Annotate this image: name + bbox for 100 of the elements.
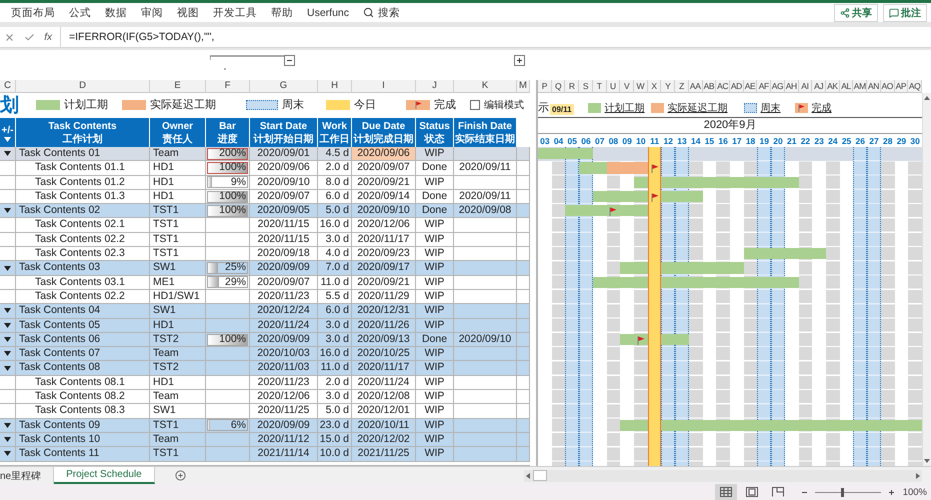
- collapse-toggle[interactable]: [4, 266, 11, 271]
- table-row[interactable]: Task Contents 09 TST1 6% 2020/09/09 23.0 d 2020/10/11 WIP: [0, 418, 530, 433]
- edit-mode-checkbox[interactable]: 编辑模式: [470, 98, 524, 112]
- scroll-left-icon[interactable]: [526, 472, 530, 478]
- collapse-toggle[interactable]: [4, 437, 11, 442]
- column-letter[interactable]: S: [579, 80, 593, 93]
- column-letter[interactable]: AO: [880, 80, 895, 93]
- column-letter[interactable]: AG: [771, 80, 785, 93]
- table-row[interactable]: Task Contents 01.2 HD1 9% 2020/09/10 8.0 d 2020/09/21 WIP: [0, 176, 530, 190]
- ribbon-tab[interactable]: 审阅: [134, 6, 170, 20]
- table-row[interactable]: Task Contents 03 SW1 25% 2020/09/09 7.0 d 2020/09/17 WIP: [0, 261, 530, 276]
- column-letter[interactable]: AK: [826, 80, 840, 93]
- table-row[interactable]: Task Contents 08.3 SW1 2020/11/25 5.0 d 2020/12/01 WIP: [0, 404, 530, 419]
- column-letter[interactable]: F: [206, 80, 250, 93]
- table-row[interactable]: Task Contents 02.1 TST1 2020/11/15 16.0 d 2020/12/06 WIP: [0, 218, 530, 233]
- column-letter[interactable]: K: [454, 80, 517, 93]
- column-letter[interactable]: AA: [688, 80, 703, 93]
- table-row[interactable]: Task Contents 08 TST2 2020/11/03 11.0 d 2020/11/17 WIP: [0, 361, 530, 376]
- table-row[interactable]: Task Contents 04 SW1 2020/12/24 6.0 d 2020/12/31 WIP: [0, 304, 530, 319]
- column-letter[interactable]: T: [592, 80, 607, 93]
- table-row[interactable]: Task Contents 05 HD1 2020/11/24 3.0 d 2020/11/26 WIP: [0, 318, 530, 333]
- horizontal-scrollbar[interactable]: [524, 470, 922, 482]
- table-row[interactable]: Task Contents 01 Team 200% 2020/09/01 4.5 d 2020/09/06 WIP: [0, 147, 530, 162]
- column-letter[interactable]: AJ: [812, 80, 826, 93]
- collapse-button[interactable]: [284, 55, 295, 66]
- column-letter[interactable]: Z: [675, 80, 689, 93]
- column-letter[interactable]: AM: [853, 80, 868, 93]
- scroll-up-icon[interactable]: [924, 96, 930, 100]
- column-letter[interactable]: E: [150, 80, 206, 93]
- ribbon-tab[interactable]: 页面布局: [4, 6, 62, 20]
- column-letter[interactable]: AQ: [908, 80, 922, 93]
- vertical-scrollbar[interactable]: [922, 93, 931, 466]
- table-row[interactable]: Task Contents 08.1 HD1 2020/11/23 2.0 d 2020/11/24 WIP: [0, 376, 530, 390]
- comment-button[interactable]: 批注: [883, 4, 927, 22]
- table-row[interactable]: Task Contents 01.1 HD1 100% 2020/09/06 2.0 d 2020/09/07 Done 2020/09/11: [0, 161, 530, 176]
- table-row[interactable]: Task Contents 06 TST2 100% 2020/09/09 3.0 d 2020/09/13 Done 2020/09/10: [0, 332, 530, 348]
- column-letter[interactable]: X: [648, 80, 662, 93]
- scroll-thumb[interactable]: [533, 470, 547, 481]
- ribbon-tab[interactable]: 视图: [170, 6, 206, 20]
- column-letter[interactable]: I: [352, 80, 416, 93]
- table-row[interactable]: Task Contents 02 TST1 100% 2020/09/05 5.0 d 2020/09/10 Done 2020/09/08: [0, 204, 530, 218]
- insert-function-button[interactable]: fx: [44, 32, 52, 42]
- column-letter[interactable]: AN: [867, 80, 881, 93]
- column-letter[interactable]: AD: [730, 80, 744, 93]
- column-letter[interactable]: G: [250, 80, 318, 93]
- column-letter[interactable]: Q: [552, 80, 566, 93]
- column-letter[interactable]: P: [538, 80, 552, 93]
- table-row[interactable]: Task Contents 11 TST1 2021/11/14 10.0 d 2021/11/25 WIP: [0, 447, 530, 462]
- table-row[interactable]: Task Contents 10 Team 2020/11/12 15.0 d 2020/12/02 WIP: [0, 432, 530, 448]
- column-letter[interactable]: AH: [784, 80, 799, 93]
- table-row[interactable]: Task Contents 08.2 Team 2020/12/06 3.0 d 2020/12/08 WIP: [0, 390, 530, 404]
- collapse-toggle[interactable]: [4, 208, 11, 214]
- column-letter[interactable]: AP: [894, 80, 908, 93]
- ribbon-tab[interactable]: 数据: [98, 6, 134, 20]
- cancel-icon[interactable]: [4, 32, 16, 42]
- share-button[interactable]: 共享: [834, 4, 878, 22]
- ribbon-tab[interactable]: 帮助: [264, 6, 300, 20]
- search-button[interactable]: 搜索: [356, 6, 408, 20]
- column-letter[interactable]: AB: [702, 80, 716, 93]
- collapse-toggle[interactable]: [4, 366, 11, 371]
- scroll-right-icon[interactable]: [916, 472, 920, 478]
- collapse-all-icon[interactable]: [4, 136, 11, 142]
- collapse-toggle[interactable]: [4, 151, 11, 156]
- column-letter[interactable]: AL: [840, 80, 854, 93]
- formula-field[interactable]: =IFERROR(IF(G5>TODAY(),"",: [60, 27, 931, 47]
- collapse-toggle[interactable]: [4, 351, 11, 356]
- column-letter[interactable]: D: [16, 80, 150, 93]
- ribbon-tab[interactable]: 公式: [62, 6, 98, 20]
- view-button[interactable]: [714, 484, 737, 500]
- column-letter[interactable]: W: [634, 80, 648, 93]
- column-letter[interactable]: AE: [744, 80, 758, 93]
- add-sheet-button[interactable]: [174, 470, 186, 481]
- collapse-toggle[interactable]: [4, 322, 11, 328]
- column-letter[interactable]: AF: [757, 80, 772, 93]
- column-letter[interactable]: U: [606, 80, 620, 93]
- collapse-toggle[interactable]: [4, 451, 11, 456]
- collapse-toggle[interactable]: [4, 422, 11, 428]
- table-row[interactable]: Task Contents 07 Team 2020/10/03 16.0 d 2020/10/25 WIP: [0, 347, 530, 362]
- ribbon-tab[interactable]: Userfunc: [300, 6, 356, 18]
- collapse-toggle[interactable]: [4, 308, 11, 314]
- column-letter[interactable]: AI: [798, 80, 812, 93]
- column-letter[interactable]: M: [517, 80, 530, 93]
- table-row[interactable]: Task Contents 02.2 TST1 2020/11/15 3.0 d 2020/11/17 WIP: [0, 232, 530, 248]
- ribbon-tab[interactable]: 开发工具: [206, 6, 264, 20]
- scroll-down-icon[interactable]: [924, 459, 930, 463]
- column-letter[interactable]: V: [620, 80, 634, 93]
- column-letter[interactable]: H: [318, 80, 352, 93]
- table-row[interactable]: Task Contents 01.3 HD1 100% 2020/09/07 6.0 d 2020/09/14 Done 2020/09/11: [0, 190, 530, 204]
- collapse-toggle[interactable]: [4, 337, 11, 342]
- enter-icon[interactable]: [24, 32, 36, 42]
- table-row[interactable]: Task Contents 03.1 ME1 29% 2020/09/07 11.0 d 2020/09/21 WIP: [0, 276, 530, 290]
- column-letter[interactable]: AC: [716, 80, 730, 93]
- column-letter[interactable]: R: [565, 80, 580, 93]
- table-row[interactable]: Task Contents 02.2 HD1/SW1 2020/11/23 5.5 d 2020/11/29 WIP: [0, 290, 530, 304]
- sheet-tab[interactable]: Project Schedule: [54, 467, 155, 484]
- column-letter[interactable]: C: [0, 80, 16, 93]
- column-letter[interactable]: Y: [661, 80, 676, 93]
- table-row[interactable]: Task Contents 02.3 TST1 2020/09/18 4.0 d 2020/09/23 WIP: [0, 247, 530, 262]
- column-letter[interactable]: J: [416, 80, 454, 93]
- zoom-in-icon[interactable]: [888, 488, 895, 496]
